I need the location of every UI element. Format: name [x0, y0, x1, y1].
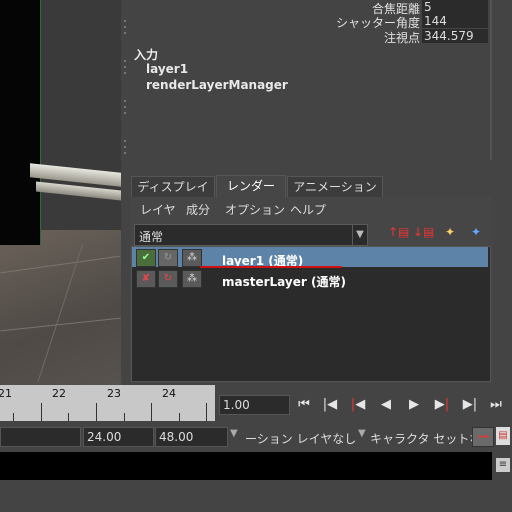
help-line: [0, 482, 512, 512]
script-editor-icon[interactable]: ≡: [496, 458, 510, 472]
viewport-dark-object: [0, 0, 41, 245]
move-layer-down-icon[interactable]: ↓▤: [413, 222, 434, 242]
step-back-frame-icon[interactable]: |◀: [320, 396, 340, 414]
anim-layer-selector[interactable]: ーション レイヤなし: [245, 430, 356, 447]
time-tick-label: 23: [107, 387, 121, 400]
layer-name-masterlayer[interactable]: masterLayer (通常): [222, 273, 346, 290]
tab-display[interactable]: ディスプレイ: [131, 176, 215, 197]
time-tick-label: 21: [0, 387, 12, 400]
new-layer-from-selection-icon[interactable]: ✦: [466, 222, 486, 242]
chevron-down-icon[interactable]: ▼: [358, 428, 366, 439]
attribute-scrollbar[interactable]: [490, 0, 492, 160]
layer-settings-icon[interactable]: ⁂: [182, 270, 202, 288]
tab-render[interactable]: レンダー: [216, 175, 286, 198]
time-slider[interactable]: 21 22 23 24: [0, 385, 215, 421]
play-backwards-icon[interactable]: ◀: [376, 396, 396, 414]
playback-end-field[interactable]: 48.00: [155, 427, 228, 447]
attr-value-field[interactable]: 5: [422, 0, 488, 14]
menu-layer[interactable]: レイヤ: [140, 201, 176, 218]
blend-mode-value: 通常: [139, 230, 164, 244]
attr-value-field[interactable]: 144: [422, 14, 488, 28]
step-forward-key-icon[interactable]: ▶|: [432, 396, 452, 414]
range-start-field[interactable]: [0, 427, 81, 447]
blend-mode-dropdown[interactable]: 通常 ▼: [134, 224, 368, 246]
range-end-field[interactable]: 24.00: [83, 427, 154, 447]
menu-help[interactable]: ヘルプ: [290, 201, 326, 218]
step-forward-frame-icon[interactable]: ▶|: [460, 396, 480, 414]
panel-splitter[interactable]: [121, 0, 130, 385]
time-tick-label: 24: [162, 387, 176, 400]
input-connection-layer1[interactable]: layer1: [146, 62, 188, 76]
recycle-icon[interactable]: ↻: [158, 249, 178, 267]
inputs-heading: 入力: [134, 48, 159, 62]
move-layer-up-icon[interactable]: ↑▤: [388, 222, 409, 242]
command-line[interactable]: [0, 452, 492, 480]
chevron-down-icon[interactable]: ▼: [230, 428, 238, 439]
preferences-icon[interactable]: ▤: [496, 427, 510, 445]
layer-settings-icon[interactable]: ⁂: [182, 249, 202, 267]
annotation-underline: [200, 266, 342, 268]
time-tick-label: 22: [52, 387, 66, 400]
chevron-down-icon: ▼: [352, 225, 367, 245]
play-forwards-icon[interactable]: ▶: [404, 396, 424, 414]
render-toggle-icon[interactable]: ✔: [136, 249, 156, 267]
tab-animation[interactable]: アニメーション: [287, 176, 383, 197]
recycle-icon[interactable]: ↻: [158, 270, 178, 288]
attr-label: 注視点: [383, 31, 420, 45]
step-back-key-icon[interactable]: |◀: [348, 396, 368, 414]
input-connection-renderlayermanager[interactable]: renderLayerManager: [146, 78, 288, 92]
current-time-field[interactable]: 1.00: [219, 395, 290, 415]
attr-value-field[interactable]: 344.579: [422, 29, 488, 43]
new-empty-layer-icon[interactable]: ✦: [440, 222, 460, 242]
viewport-panel[interactable]: [0, 0, 121, 385]
menu-options[interactable]: オプション: [225, 201, 285, 218]
go-to-start-icon[interactable]: ⏮: [294, 396, 314, 414]
auto-key-icon[interactable]: ⊶: [472, 427, 494, 447]
menu-component[interactable]: 成分: [186, 201, 210, 218]
render-toggle-off-icon[interactable]: ✘: [136, 270, 156, 288]
go-to-end-icon[interactable]: ⏭: [486, 396, 506, 414]
